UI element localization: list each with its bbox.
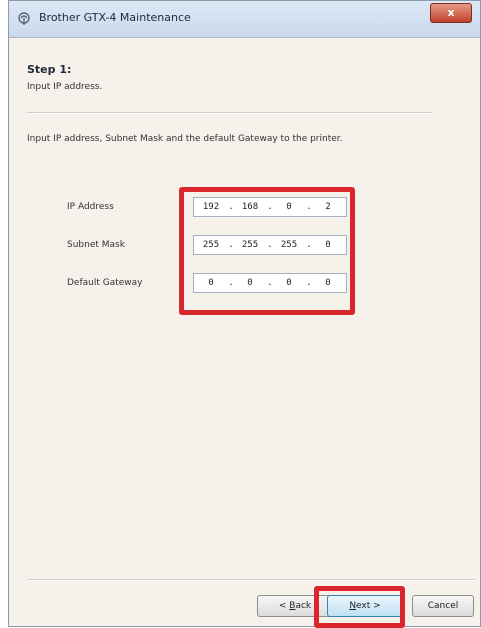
subnet-mask-input[interactable]: 255 . 255 . 255 . 0 [193, 235, 347, 255]
ip-octet[interactable]: 192 [196, 202, 226, 212]
default-gateway-input[interactable]: 0 . 0 . 0 . 0 [193, 273, 347, 293]
gateway-octet[interactable]: 0 [196, 278, 226, 288]
step-subtitle: Input IP address. [27, 82, 103, 92]
back-button[interactable]: < Back [257, 595, 333, 617]
window-title: Brother GTX-4 Maintenance [39, 11, 191, 24]
octet-separator: . [228, 240, 234, 250]
octet-separator: . [267, 278, 273, 288]
wizard-header: Step 1: Input IP address. [9, 37, 480, 119]
octet-separator: . [267, 202, 273, 212]
ip-address-input[interactable]: 192 . 168 . 0 . 2 [193, 197, 347, 217]
subnet-octet[interactable]: 255 [196, 240, 226, 250]
ip-address-label: IP Address [67, 202, 114, 212]
step-title: Step 1: [27, 63, 72, 76]
close-button[interactable]: x [430, 3, 472, 23]
subnet-octet[interactable]: 255 [235, 240, 265, 250]
octet-separator: . [306, 278, 312, 288]
ip-octet[interactable]: 168 [235, 202, 265, 212]
octet-separator: . [267, 240, 273, 250]
next-button-rest: ext > [356, 601, 381, 611]
gateway-octet[interactable]: 0 [313, 278, 343, 288]
instruction-text: Input IP address, Subnet Mask and the de… [27, 134, 343, 144]
octet-separator: . [306, 202, 312, 212]
subnet-octet[interactable]: 0 [313, 240, 343, 250]
octet-separator: . [228, 202, 234, 212]
cancel-button[interactable]: Cancel [412, 595, 474, 617]
next-button[interactable]: Next > [327, 595, 403, 617]
maintenance-dialog: Brother GTX-4 Maintenance x Step 1: Inpu… [8, 0, 481, 628]
back-button-rest: ack [295, 601, 312, 611]
subnet-octet[interactable]: 255 [274, 240, 304, 250]
brother-app-icon [18, 12, 30, 25]
octet-separator: . [306, 240, 312, 250]
ip-octet[interactable]: 0 [274, 202, 304, 212]
header-divider [27, 112, 432, 114]
gateway-octet[interactable]: 0 [274, 278, 304, 288]
subnet-mask-label: Subnet Mask [67, 240, 125, 250]
ip-octet[interactable]: 2 [313, 202, 343, 212]
default-gateway-label: Default Gateway [67, 278, 143, 288]
title-bar: Brother GTX-4 Maintenance x [9, 1, 480, 38]
octet-separator: . [228, 278, 234, 288]
footer-divider [27, 579, 475, 581]
back-button-prefix: < [278, 601, 290, 611]
gateway-octet[interactable]: 0 [235, 278, 265, 288]
